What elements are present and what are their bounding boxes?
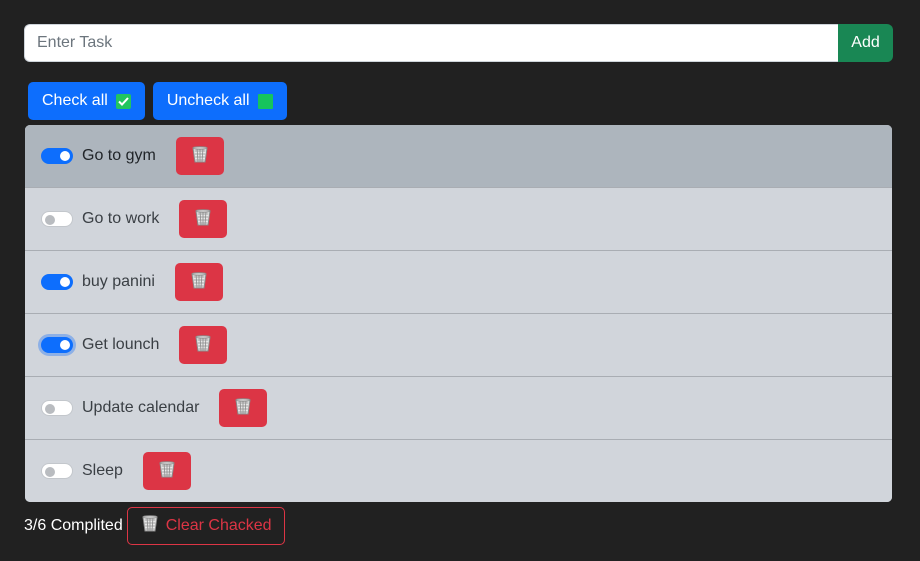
check-all-label: Check all <box>42 92 108 109</box>
add-task-form: Add <box>24 24 893 62</box>
task-toggle[interactable] <box>41 337 73 353</box>
task-label: Update calendar <box>82 399 200 416</box>
footer: 3/6 Complited Clear Chacked <box>24 507 285 545</box>
task-item[interactable]: Go to work <box>25 187 892 250</box>
task-list: Go to gym Go to work buy panini Get lounch U… <box>25 125 892 502</box>
wastebasket-icon <box>192 146 208 166</box>
task-label: Go to work <box>82 210 160 227</box>
delete-task-button[interactable] <box>179 326 228 364</box>
clear-checked-button[interactable]: Clear Chacked <box>126 507 285 545</box>
delete-task-button[interactable] <box>219 389 268 427</box>
task-toggle[interactable] <box>41 274 73 290</box>
wastebasket-icon <box>195 335 211 355</box>
add-button[interactable]: Add <box>838 24 893 62</box>
task-label: Go to gym <box>82 147 156 164</box>
task-item[interactable]: Update calendar <box>25 376 892 439</box>
task-toggle[interactable] <box>41 148 73 164</box>
delete-task-button[interactable] <box>175 137 224 175</box>
delete-task-button[interactable] <box>142 452 191 490</box>
green-square-icon <box>257 93 273 109</box>
wastebasket-icon <box>191 272 207 292</box>
task-item[interactable]: Sleep <box>25 439 892 502</box>
task-label: Sleep <box>82 462 123 479</box>
uncheck-all-label: Uncheck all <box>166 92 250 109</box>
task-toggle[interactable] <box>41 400 73 416</box>
task-label: Get lounch <box>82 336 160 353</box>
wastebasket-icon <box>159 461 175 481</box>
task-toggle[interactable] <box>41 463 73 479</box>
task-item[interactable]: buy panini <box>25 250 892 313</box>
check-all-button[interactable]: Check all <box>28 82 145 120</box>
wastebasket-icon <box>142 515 158 537</box>
checkmark-box-icon <box>115 93 131 109</box>
clear-checked-label: Clear Chacked <box>165 517 272 534</box>
task-label: buy panini <box>82 273 155 290</box>
delete-task-button[interactable] <box>179 200 228 238</box>
wastebasket-icon <box>195 209 211 229</box>
bulk-actions: Check all Uncheck all <box>28 82 287 120</box>
task-item[interactable]: Get lounch <box>25 313 892 376</box>
wastebasket-icon <box>235 398 251 418</box>
completed-count: 3/6 Complited <box>24 517 123 534</box>
task-item[interactable]: Go to gym <box>25 125 892 187</box>
delete-task-button[interactable] <box>174 263 223 301</box>
task-input[interactable] <box>24 24 838 62</box>
uncheck-all-button[interactable]: Uncheck all <box>152 82 287 120</box>
task-toggle[interactable] <box>41 211 73 227</box>
